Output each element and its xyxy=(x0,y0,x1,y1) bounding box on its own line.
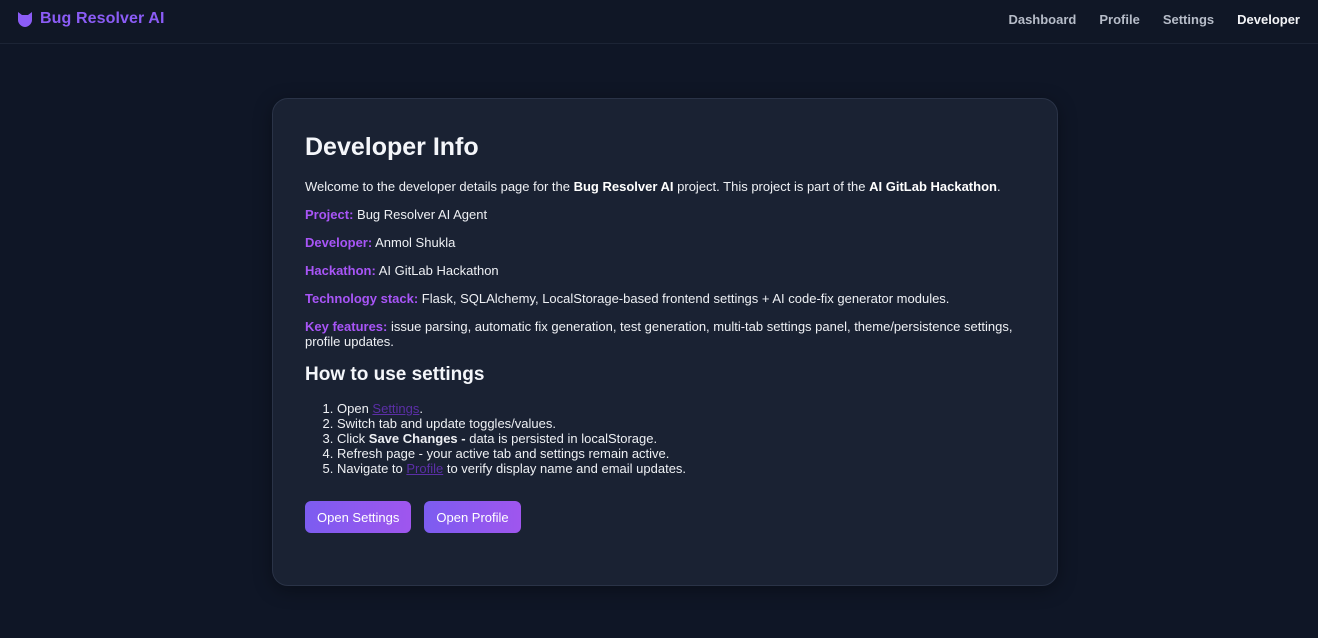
list-item: Click Save Changes - data is persisted i… xyxy=(337,431,1025,446)
intro-text-2: project. This project is part of the xyxy=(673,179,870,194)
step-text: data is persisted in localStorage. xyxy=(465,431,658,446)
intro-text-1: Welcome to the developer details page fo… xyxy=(305,179,574,194)
intro-bold-project: Bug Resolver AI xyxy=(573,179,674,194)
field-label: Technology stack: xyxy=(305,291,419,306)
list-item: Switch tab and update toggles/values. xyxy=(337,416,1025,431)
step-text: Click xyxy=(337,431,369,446)
field-label: Hackathon: xyxy=(305,263,376,278)
field-key-features: Key features: issue parsing, automatic f… xyxy=(305,319,1025,349)
field-label: Project: xyxy=(305,207,354,222)
list-item: Navigate to Profile to verify display na… xyxy=(337,461,1025,476)
nav-link-profile[interactable]: Profile xyxy=(1099,12,1139,27)
open-settings-button[interactable]: Open Settings xyxy=(305,501,412,533)
step-text: Navigate to xyxy=(337,461,407,476)
field-developer: Developer: Anmol Shukla xyxy=(305,235,1025,250)
step-text: to verify display name and email updates… xyxy=(443,461,687,476)
profile-link[interactable]: Profile xyxy=(406,461,443,476)
cat-shield-icon xyxy=(16,10,34,28)
save-changes-bold: Save Changes - xyxy=(368,431,466,446)
field-value: Bug Resolver AI Agent xyxy=(353,207,488,222)
field-technology-stack: Technology stack: Flask, SQLAlchemy, Loc… xyxy=(305,291,1025,306)
open-profile-button[interactable]: Open Profile xyxy=(424,501,521,533)
action-buttons: Open Settings Open Profile xyxy=(305,501,1025,533)
field-hackathon: Hackathon: AI GitLab Hackathon xyxy=(305,263,1025,278)
list-item: Refresh page - your active tab and setti… xyxy=(337,446,1025,461)
brand-name: Bug Resolver AI xyxy=(40,10,165,27)
intro-text-3: . xyxy=(996,179,1001,194)
top-navbar: Bug Resolver AI Dashboard Profile Settin… xyxy=(0,0,1318,44)
brand-link[interactable]: Bug Resolver AI xyxy=(16,10,165,28)
field-label: Developer: xyxy=(305,235,373,250)
field-label: Key features: xyxy=(305,319,388,334)
list-item: Open Settings. xyxy=(337,401,1025,416)
intro-paragraph: Welcome to the developer details page fo… xyxy=(305,179,1025,194)
settings-link[interactable]: Settings xyxy=(372,401,419,416)
field-project: Project: Bug Resolver AI Agent xyxy=(305,207,1025,222)
page-title: Developer Info xyxy=(305,133,479,161)
field-value: Anmol Shukla xyxy=(372,235,456,250)
nav-link-dashboard[interactable]: Dashboard xyxy=(1008,12,1076,27)
developer-info-card: Developer Info Welcome to the developer … xyxy=(272,98,1058,586)
intro-bold-hackathon: AI GitLab Hackathon xyxy=(869,179,997,194)
howto-heading: How to use settings xyxy=(305,364,485,385)
nav-link-settings[interactable]: Settings xyxy=(1163,12,1214,27)
nav-links: Dashboard Profile Settings Developer xyxy=(1008,12,1300,27)
nav-link-developer[interactable]: Developer xyxy=(1237,12,1300,27)
step-text: . xyxy=(419,401,424,416)
field-value: issue parsing, automatic fix generation,… xyxy=(305,319,1013,349)
field-value: Flask, SQLAlchemy, LocalStorage-based fr… xyxy=(418,291,950,306)
step-text: Open xyxy=(337,401,373,416)
howto-steps-list: Open Settings. Switch tab and update tog… xyxy=(305,401,1025,476)
field-value: AI GitLab Hackathon xyxy=(375,263,499,278)
